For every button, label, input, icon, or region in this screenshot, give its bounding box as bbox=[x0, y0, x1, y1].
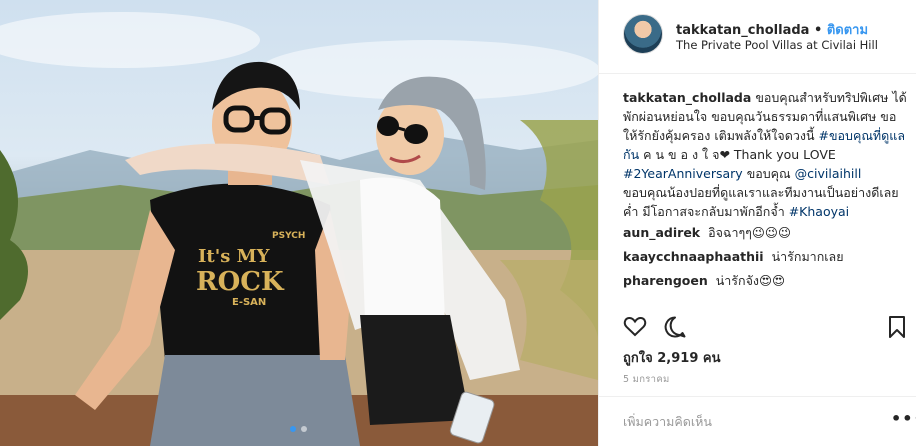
carousel-dots bbox=[290, 426, 307, 432]
comment-input[interactable]: เพิ่มความคิดเห็น bbox=[623, 412, 712, 432]
likes-unit: คน bbox=[702, 351, 721, 366]
likes-label: ถูกใจ bbox=[623, 351, 653, 366]
comment-text: น่ารักมากเลย bbox=[771, 249, 844, 264]
svg-text:E-SAN: E-SAN bbox=[232, 297, 266, 308]
comment-username[interactable]: pharengoen bbox=[623, 273, 708, 288]
comment-username[interactable]: kaaycchnaaphaathii bbox=[623, 249, 764, 264]
post-header: takkatan_chollada • ติดตาม The Private P… bbox=[599, 0, 916, 74]
post-timestamp[interactable]: 5 มกราคม bbox=[623, 372, 670, 387]
post-actions bbox=[623, 315, 911, 341]
post-author: takkatan_chollada • ติดตาม bbox=[676, 19, 868, 40]
comment-item: pharengoen น่ารักจัง😍😍 bbox=[623, 271, 907, 290]
username-link[interactable]: takkatan_chollada bbox=[676, 23, 809, 38]
post-side-panel: takkatan_chollada • ติดตาม The Private P… bbox=[598, 0, 916, 446]
caption-text-3: ขอบคุณ bbox=[746, 166, 791, 181]
photo-illustration: PSYCH It's MY ROCK E-SAN bbox=[0, 12, 598, 446]
separator-dot: • bbox=[813, 23, 823, 38]
svg-text:It's MY: It's MY bbox=[198, 246, 271, 267]
comment-text: อิจฉาๆๆ😉😉😉 bbox=[708, 225, 791, 240]
follow-button[interactable]: ติดตาม bbox=[827, 23, 868, 38]
add-comment-bar: เพิ่มความคิดเห็น ••• bbox=[599, 396, 916, 446]
mention-link[interactable]: @civilaihill bbox=[795, 166, 862, 181]
comment-bubble-icon[interactable] bbox=[663, 315, 687, 339]
comment-text: น่ารักจัง😍😍 bbox=[715, 273, 786, 288]
caption-username[interactable]: takkatan_chollada bbox=[623, 90, 751, 105]
comments-section: takkatan_chollada ขอบคุณสำหรับทริปพิเศษ … bbox=[623, 88, 907, 290]
location-link[interactable]: The Private Pool Villas at Civilai Hill bbox=[676, 38, 878, 52]
carousel-dot[interactable] bbox=[301, 426, 307, 432]
hashtag-link[interactable]: #2YearAnniversary bbox=[623, 166, 743, 181]
carousel-dot-active[interactable] bbox=[290, 426, 296, 432]
comment-item: kaaycchnaaphaathii น่ารักมากเลย bbox=[623, 247, 907, 266]
svg-text:ROCK: ROCK bbox=[196, 267, 285, 297]
hashtag-link[interactable]: #Khaoyai bbox=[789, 204, 849, 219]
svg-text:PSYCH: PSYCH bbox=[272, 231, 305, 241]
avatar[interactable] bbox=[623, 14, 663, 54]
comment-username[interactable]: aun_adirek bbox=[623, 225, 700, 240]
comment-item: aun_adirek อิจฉาๆๆ😉😉😉 bbox=[623, 223, 907, 242]
caption-text-2: ค น ข อ ง ใ จ❤ Thank you LOVE bbox=[643, 147, 836, 162]
like-count[interactable]: ถูกใจ 2,919 คน bbox=[623, 347, 721, 368]
caption: takkatan_chollada ขอบคุณสำหรับทริปพิเศษ … bbox=[623, 88, 907, 221]
more-options-button[interactable]: ••• bbox=[891, 409, 916, 428]
bookmark-icon[interactable] bbox=[887, 315, 907, 339]
post-photo[interactable]: PSYCH It's MY ROCK E-SAN bbox=[0, 0, 598, 446]
caption-text-4: ขอบคุณน้องปอยที่ดูแลเราและทีมงานเป็นอย่า… bbox=[623, 185, 899, 219]
heart-icon[interactable] bbox=[623, 315, 647, 337]
likes-number: 2,919 bbox=[657, 351, 699, 366]
